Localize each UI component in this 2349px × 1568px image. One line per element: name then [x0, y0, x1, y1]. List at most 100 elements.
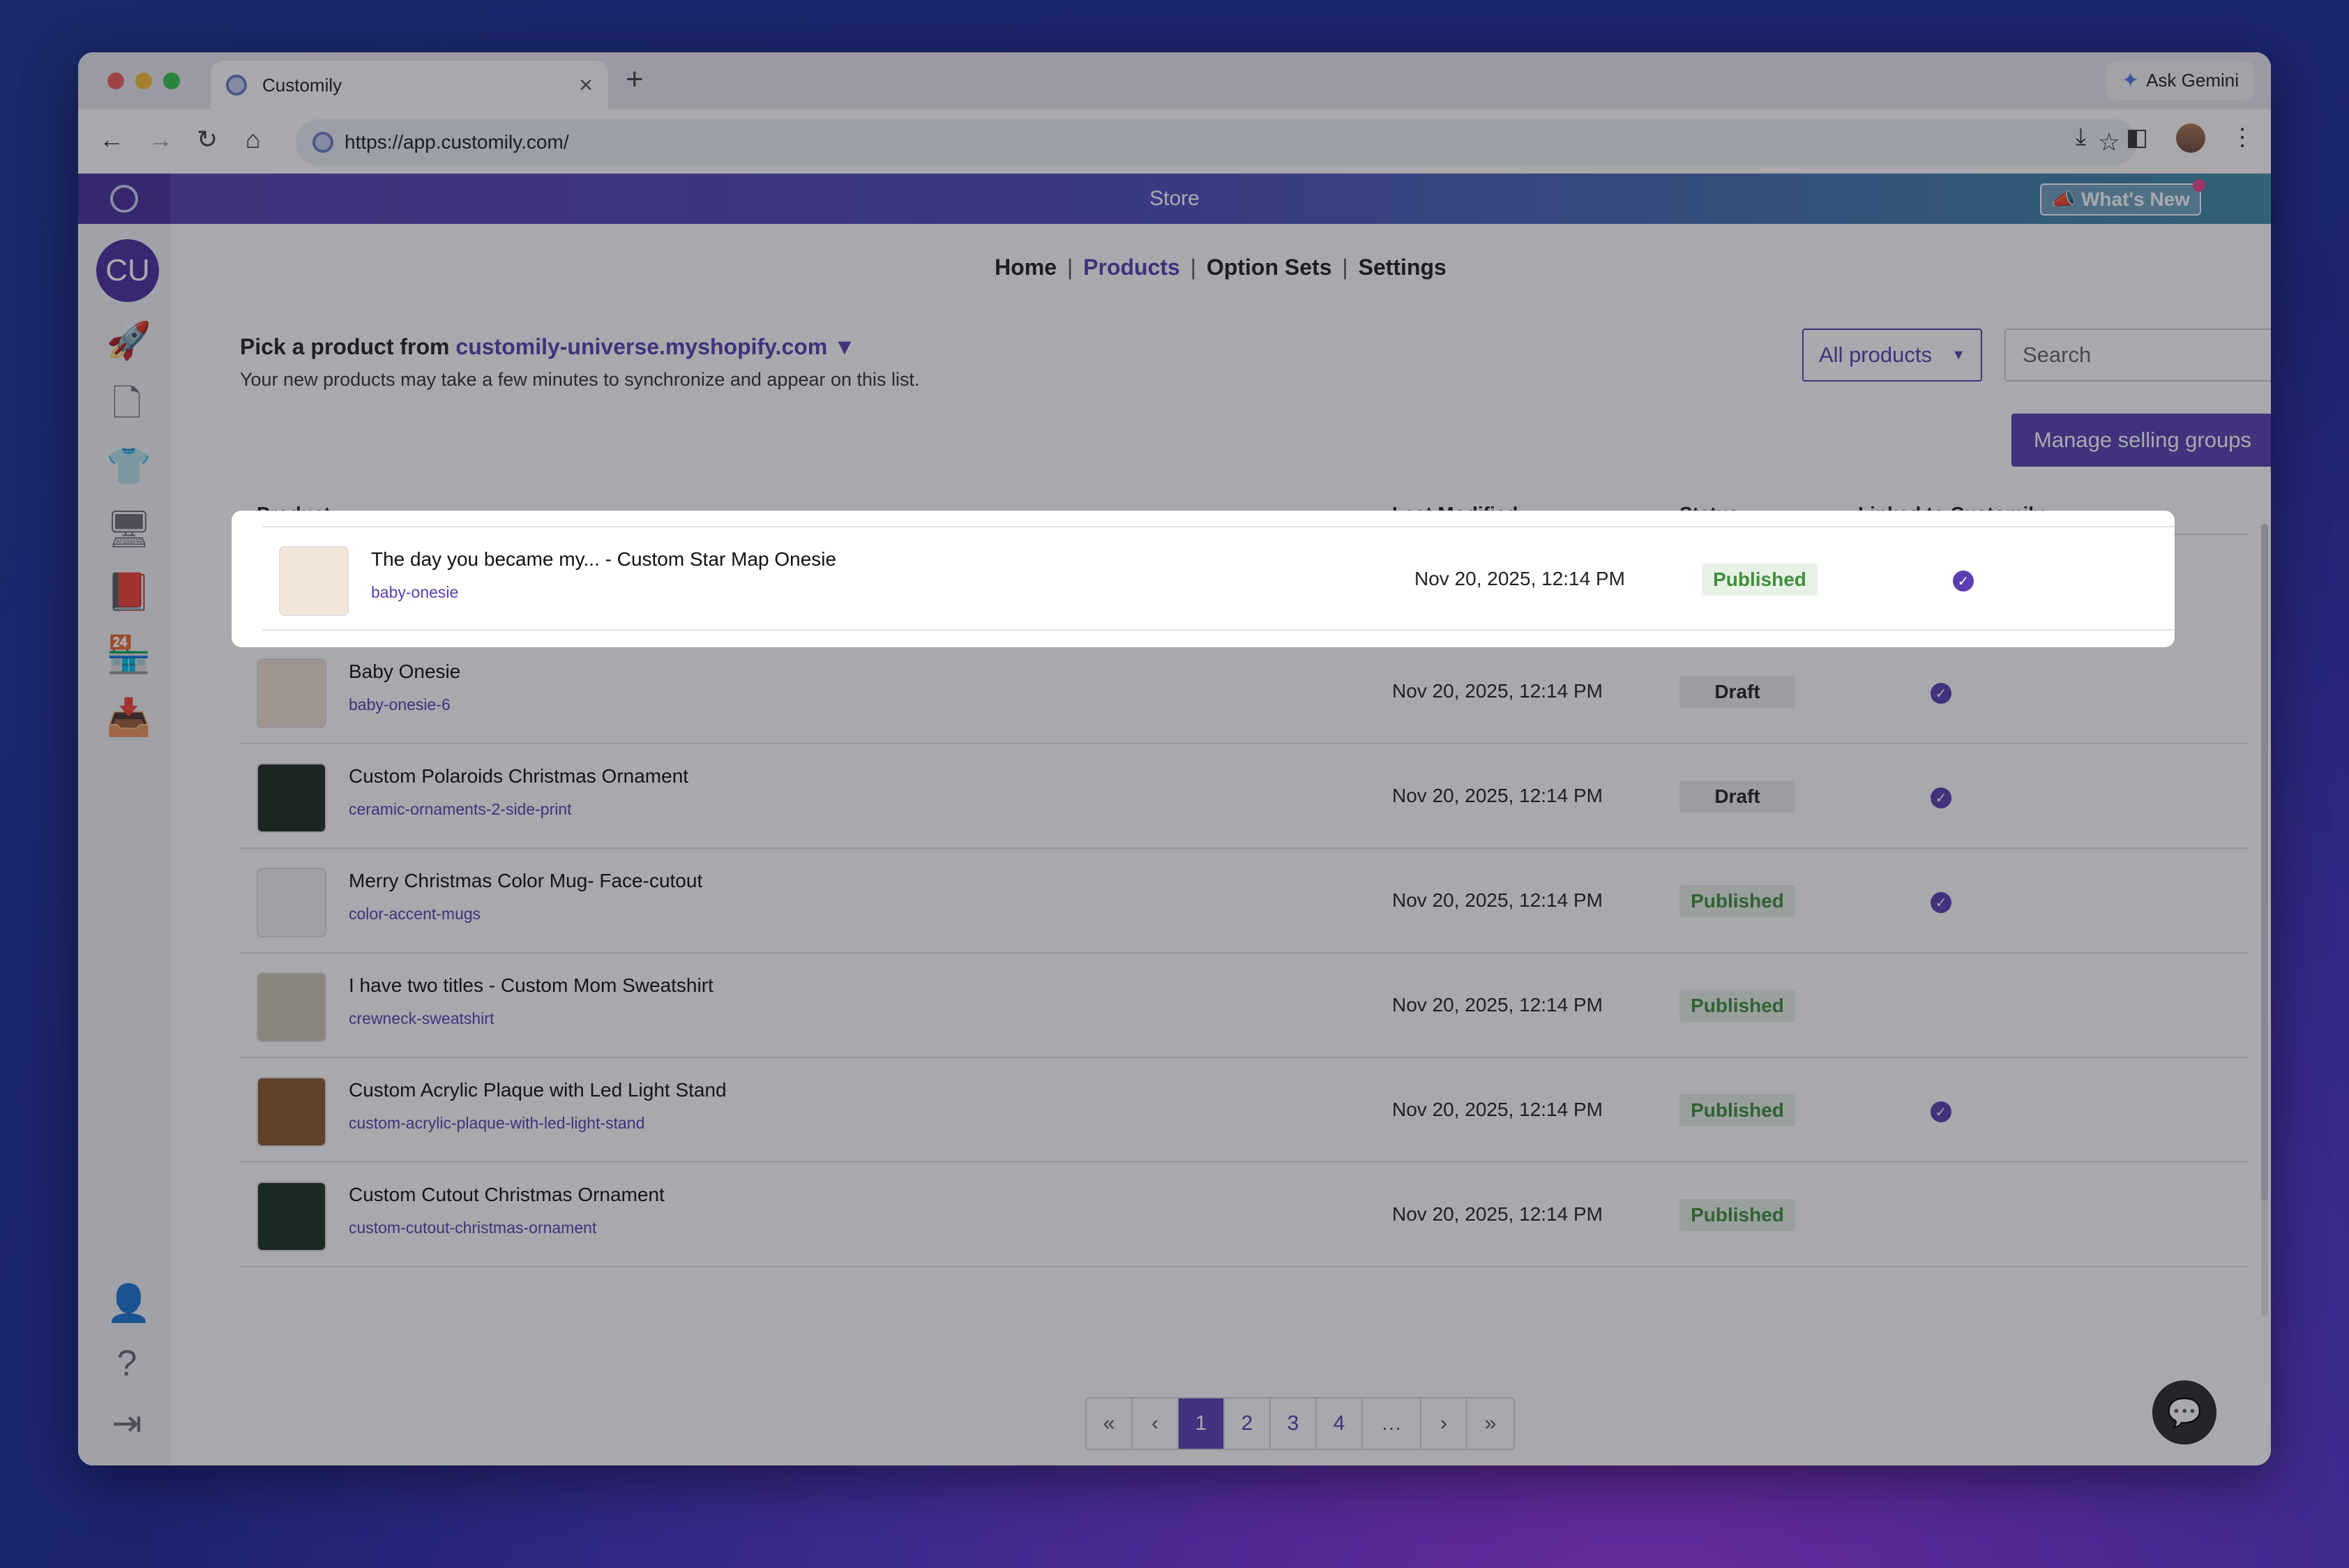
product-name[interactable]: The day you became my... - Custom Star M… — [371, 548, 836, 571]
home-icon[interactable]: ⌂ — [246, 125, 261, 154]
product-name[interactable]: Baby Onesie — [349, 661, 460, 683]
product-thumbnail[interactable] — [257, 763, 326, 833]
document-icon[interactable]: 🗋 — [106, 383, 148, 425]
last-modified-date: Nov 20, 2025, 12:14 PM — [1392, 785, 1603, 806]
status-badge: Published — [1679, 885, 1795, 917]
side-panel-icon[interactable]: ◧ — [2126, 123, 2148, 151]
browser-toolbar: ← → ↻ ⌂ https://app.customily.com/ ☆ ⤓ ◧… — [78, 110, 2271, 174]
nav-settings[interactable]: Settings — [1359, 255, 1447, 280]
whats-new-label: What's New — [2080, 188, 2190, 210]
page-1-button[interactable]: 1 — [1179, 1399, 1225, 1449]
manage-selling-groups-button[interactable]: Manage selling groups — [2011, 414, 2271, 467]
tab-close-icon[interactable]: × — [579, 72, 593, 99]
whats-new-button[interactable]: 📣 What's New — [2040, 179, 2205, 216]
top-navigation: Home | Products | Option Sets | Settings — [170, 255, 2271, 280]
product-handle[interactable]: baby-onesie-6 — [349, 695, 451, 714]
download-icon[interactable]: ⤓ — [2076, 123, 2086, 151]
product-name[interactable]: Custom Acrylic Plaque with Led Light Sta… — [349, 1079, 727, 1101]
url-text: https://app.customily.com/ — [345, 131, 569, 153]
next-page-button[interactable]: › — [1421, 1399, 1467, 1449]
table-row[interactable]: Custom Polaroids Christmas Ornament ceram… — [240, 744, 2249, 849]
user-settings-icon[interactable]: 👤 — [106, 1283, 151, 1325]
table-row[interactable]: Baby Onesie baby-onesie-6 Nov 20, 2025, 12… — [240, 640, 2249, 744]
minimize-window-icon[interactable] — [135, 73, 152, 89]
maximize-window-icon[interactable] — [163, 73, 180, 89]
nav-home[interactable]: Home — [995, 255, 1057, 280]
product-name[interactable]: Custom Cutout Christmas Ornament — [349, 1184, 665, 1206]
new-tab-icon[interactable]: + — [626, 62, 644, 97]
chat-support-button[interactable]: 💬 — [2152, 1380, 2216, 1445]
page-3-button[interactable]: 3 — [1271, 1399, 1317, 1449]
table-row[interactable]: Custom Cutout Christmas Ornament custom-c… — [240, 1163, 2249, 1267]
product-thumbnail[interactable] — [257, 1077, 326, 1147]
help-icon[interactable]: ? — [106, 1343, 148, 1385]
product-handle[interactable]: custom-cutout-christmas-ornament — [349, 1219, 596, 1237]
browser-tab[interactable]: Customily × — [211, 61, 608, 110]
table-row[interactable]: Merry Christmas Color Mug- Face-cutout co… — [240, 849, 2249, 953]
nav-option-sets[interactable]: Option Sets — [1207, 255, 1332, 280]
browser-menu-icon[interactable]: ⋮ — [2230, 123, 2254, 151]
table-row[interactable]: The day you became my... - Custom Star M… — [262, 526, 2175, 631]
bookmark-star-icon[interactable]: ☆ — [2098, 128, 2120, 157]
tab-title: Customily — [262, 74, 342, 96]
nav-products[interactable]: Products — [1083, 255, 1180, 280]
last-modified-date: Nov 20, 2025, 12:14 PM — [1392, 889, 1603, 911]
nav-separator: | — [1342, 255, 1348, 280]
first-page-button[interactable]: « — [1087, 1399, 1133, 1449]
linked-check-icon: ✓ — [1953, 571, 1974, 591]
user-avatar[interactable]: CU — [96, 239, 159, 302]
product-handle[interactable]: color-accent-mugs — [349, 905, 481, 924]
status-badge: Draft — [1679, 781, 1795, 813]
table-row[interactable]: Custom Acrylic Plaque with Led Light Sta… — [240, 1058, 2249, 1163]
product-handle[interactable]: custom-acrylic-plaque-with-led-light-sta… — [349, 1114, 644, 1133]
search-input[interactable] — [2004, 329, 2271, 382]
megaphone-icon: 📣 — [2051, 188, 2076, 211]
last-modified-date: Nov 20, 2025, 12:14 PM — [1414, 568, 1625, 589]
site-info-icon[interactable] — [312, 132, 333, 153]
product-name[interactable]: Merry Christmas Color Mug- Face-cutout — [349, 870, 702, 892]
monitor-designs-icon[interactable]: 🖥 — [106, 508, 152, 550]
book-icon[interactable]: 📕 — [106, 571, 151, 613]
profile-avatar-icon[interactable] — [2176, 123, 2205, 153]
last-modified-date: Nov 20, 2025, 12:14 PM — [1392, 994, 1603, 1016]
customily-favicon-icon — [226, 75, 247, 96]
nav-separator: | — [1190, 255, 1197, 280]
product-thumbnail[interactable] — [257, 1182, 326, 1251]
linked-check-icon: ✓ — [1931, 892, 1951, 913]
address-bar[interactable]: https://app.customily.com/ ☆ — [296, 119, 2137, 165]
product-name[interactable]: Custom Polaroids Christmas Ornament — [349, 765, 688, 787]
last-page-button[interactable]: » — [1467, 1399, 1513, 1449]
product-handle[interactable]: ceramic-ornaments-2-side-print — [349, 800, 572, 819]
product-thumbnail[interactable] — [257, 972, 326, 1042]
prev-page-button[interactable]: ‹ — [1133, 1399, 1179, 1449]
reload-icon[interactable]: ↻ — [197, 125, 218, 154]
logout-icon[interactable]: ⇥ — [106, 1403, 148, 1445]
ask-gemini-button[interactable]: ✦ Ask Gemini — [2106, 61, 2254, 100]
close-window-icon[interactable] — [107, 73, 124, 89]
product-thumbnail[interactable] — [257, 658, 326, 728]
product-thumbnail[interactable] — [257, 868, 326, 937]
product-handle[interactable]: baby-onesie — [371, 583, 458, 602]
store-icon[interactable]: 🏪 — [106, 634, 151, 676]
store-domain: customily-universe.myshopify.com — [455, 334, 828, 359]
linked-check-icon: ✓ — [1931, 787, 1951, 808]
table-scrollbar[interactable] — [2261, 524, 2268, 1316]
table-row[interactable]: I have two titles - Custom Mom Sweatshir… — [240, 953, 2249, 1058]
product-handle[interactable]: crewneck-sweatshirt — [349, 1009, 494, 1028]
page-4-button[interactable]: 4 — [1317, 1399, 1363, 1449]
product-name[interactable]: I have two titles - Custom Mom Sweatshir… — [349, 974, 713, 997]
store-selector[interactable]: customily-universe.myshopify.com ▼ — [455, 334, 855, 359]
rocket-icon[interactable]: 🚀 — [106, 320, 151, 362]
product-thumbnail[interactable] — [279, 546, 349, 616]
inbox-icon[interactable]: 📥 — [106, 697, 151, 739]
forward-arrow-icon[interactable]: → — [148, 125, 173, 154]
scrollbar-thumb[interactable] — [2261, 524, 2268, 1200]
pick-product-heading: Pick a product from customily-universe.m… — [240, 334, 856, 360]
status-badge: Published — [1679, 1199, 1795, 1231]
page-2-button[interactable]: 2 — [1225, 1399, 1271, 1449]
customily-logo[interactable] — [78, 174, 170, 224]
customily-logo-icon — [110, 185, 138, 213]
product-filter-dropdown[interactable]: All products ▼ — [1802, 329, 1982, 382]
back-arrow-icon[interactable]: ← — [99, 125, 124, 154]
tshirt-icon[interactable]: 👕 — [106, 446, 151, 488]
